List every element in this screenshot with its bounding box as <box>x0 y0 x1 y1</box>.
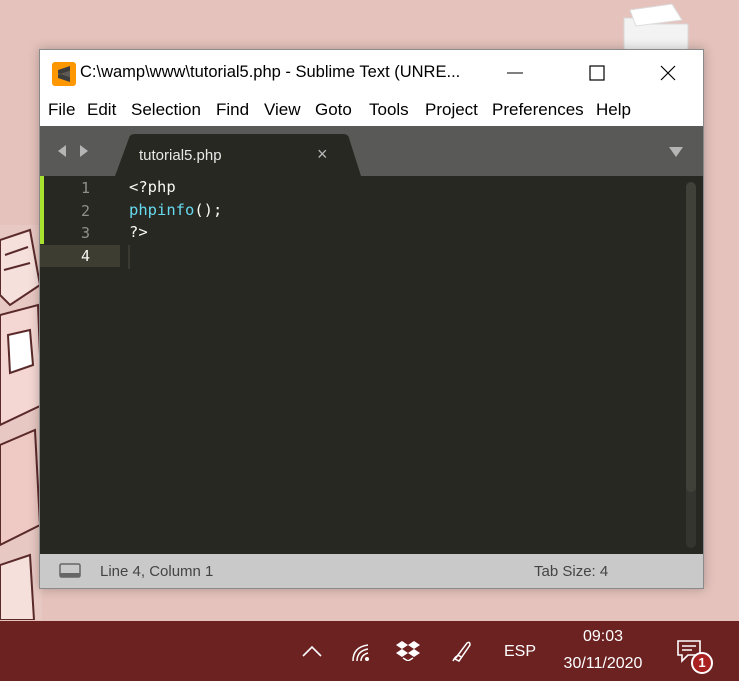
sublime-window: C:\wamp\www\tutorial5.php - Sublime Text… <box>39 49 704 589</box>
minimize-icon <box>507 72 523 74</box>
code-token-function: phpinfo <box>129 201 195 219</box>
line-number: 2 <box>80 202 90 220</box>
clock-date[interactable]: 30/11/2020 <box>553 655 653 673</box>
menu-find[interactable]: Find <box>216 100 249 120</box>
menu-edit[interactable]: Edit <box>87 100 116 120</box>
scrollbar-thumb[interactable] <box>686 182 696 492</box>
code-token: ?> <box>129 223 148 241</box>
menu-view[interactable]: View <box>264 100 301 120</box>
title-bar[interactable]: C:\wamp\www\tutorial5.php - Sublime Text… <box>40 50 703 96</box>
tab-dropdown-icon[interactable] <box>668 146 684 158</box>
wallpaper-illustration <box>0 225 42 620</box>
tab-nav-arrows-icon[interactable] <box>56 143 92 159</box>
tab-tutorial5[interactable]: tutorial5.php × <box>115 134 361 176</box>
code-line: ?> <box>129 223 148 241</box>
code-token: (); <box>194 201 223 219</box>
menu-bar: File Edit Selection Find View Goto Tools… <box>40 96 703 126</box>
minimize-button[interactable] <box>480 50 550 96</box>
code-line: phpinfo(); <box>129 201 222 219</box>
line-number: 3 <box>80 224 90 242</box>
taskbar: ESP 09:03 30/11/2020 1 <box>0 621 739 681</box>
menu-help[interactable]: Help <box>596 100 631 120</box>
menu-file[interactable]: File <box>48 100 75 120</box>
menu-tools[interactable]: Tools <box>369 100 409 120</box>
window-title: C:\wamp\www\tutorial5.php - Sublime Text… <box>80 63 461 81</box>
menu-goto[interactable]: Goto <box>315 100 352 120</box>
wifi-icon[interactable] <box>350 641 374 663</box>
dropbox-icon[interactable] <box>396 639 420 661</box>
line-number: 4 <box>80 247 90 265</box>
line-number: 1 <box>80 179 90 197</box>
code-editor[interactable]: 1 2 3 4 <?php phpinfo(); ?> <box>40 176 703 554</box>
language-indicator[interactable]: ESP <box>504 643 536 661</box>
pen-icon[interactable] <box>451 639 473 663</box>
sublime-app-icon <box>52 62 76 86</box>
vertical-scrollbar[interactable] <box>686 182 696 548</box>
maximize-icon <box>589 65 605 81</box>
menu-selection[interactable]: Selection <box>131 100 201 120</box>
tab-size[interactable]: Tab Size: 4 <box>534 563 608 580</box>
panel-toggle-icon[interactable] <box>59 563 81 578</box>
close-button[interactable] <box>633 50 703 96</box>
code-line: <?php <box>129 178 176 196</box>
tab-close-icon[interactable]: × <box>317 144 328 165</box>
line-gutter: 1 2 3 4 <box>40 176 126 554</box>
tab-bar: tutorial5.php × <box>40 126 703 176</box>
desktop-folder-icon[interactable] <box>622 0 692 50</box>
notification-count-badge: 1 <box>691 652 713 674</box>
menu-preferences[interactable]: Preferences <box>492 100 584 120</box>
menu-project[interactable]: Project <box>425 100 478 120</box>
maximize-button[interactable] <box>562 50 632 96</box>
close-icon <box>660 65 676 81</box>
chevron-up-icon[interactable] <box>301 644 323 658</box>
status-bar: Line 4, Column 1 Tab Size: 4 <box>40 554 703 588</box>
cursor-position[interactable]: Line 4, Column 1 <box>100 563 213 580</box>
text-cursor <box>128 245 130 269</box>
clock-time[interactable]: 09:03 <box>560 628 646 646</box>
code-token: <?php <box>129 178 176 196</box>
tab-label: tutorial5.php <box>139 147 222 164</box>
